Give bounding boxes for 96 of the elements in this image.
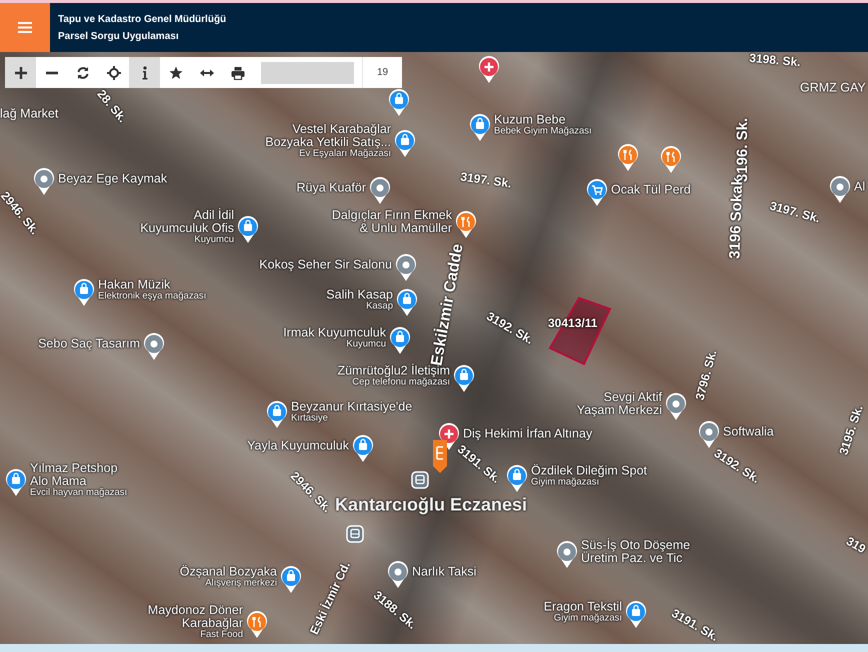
street-name: 319 — [842, 532, 868, 558]
street-name: 28. Sk. — [93, 86, 131, 126]
street-name: Eski İzmir Cd. — [306, 558, 354, 638]
place-category: Evcil hayvan mağazası — [30, 488, 128, 498]
place-category: Alışveriş merkezi — [205, 578, 277, 589]
dot-pin-icon[interactable] — [556, 541, 578, 569]
place-category: Bebek Giyim Mağazası — [494, 126, 592, 137]
street-name: 3198. Sk. — [748, 52, 802, 72]
printer-icon — [230, 66, 244, 80]
shopping-bag-pin-icon[interactable] — [388, 89, 410, 117]
place-name: Sebo Saç Tasarım — [38, 337, 140, 351]
shopping-bag-pin-icon[interactable] — [237, 216, 259, 244]
street-name: 3796. Sk. — [692, 348, 720, 402]
shopping-bag-pin-icon[interactable] — [352, 435, 374, 463]
place-name: Diş Hekimi İrfan Altınay — [463, 427, 592, 441]
fork-knife-pin-icon[interactable] — [660, 146, 682, 174]
place-name: Maydonoz Döner Karabağlar — [148, 604, 243, 630]
fork-knife-pin-icon[interactable] — [246, 611, 268, 639]
shopping-bag-pin-icon[interactable] — [389, 327, 411, 355]
star-icon — [168, 66, 182, 80]
plus-icon — [14, 66, 28, 80]
menu-button[interactable] — [0, 3, 50, 52]
place-name: Al — [854, 180, 866, 194]
place-name: Süs-İş Oto Döşeme Üretim Paz. ve Tic — [581, 538, 690, 566]
bus-stop-icon[interactable] — [411, 471, 429, 489]
place-name: Kokoş Seher Sir Salonu — [259, 258, 392, 272]
bus-stop-icon[interactable] — [346, 525, 364, 543]
dot-pin-icon[interactable] — [395, 254, 417, 282]
zoom-in-button[interactable] — [5, 57, 36, 88]
shopping-bag-pin-icon[interactable] — [73, 279, 95, 307]
app-subtitle: Parsel Sorgu Uygulaması — [58, 30, 180, 44]
place-name: Irmak Kuyumculuk — [283, 326, 386, 340]
place-name: Adil İdil Kuyumculuk Ofis — [140, 208, 234, 236]
place-name: Vestel Karabağlar Bozyaka Yetkili Satış... — [265, 122, 391, 150]
place-category: Kuyumcu — [194, 235, 234, 246]
place-name: Özdilek Dileğim Spot — [531, 464, 648, 478]
shopping-bag-pin-icon[interactable] — [5, 469, 27, 497]
dot-pin-icon[interactable] — [665, 393, 687, 421]
dot-pin-icon[interactable] — [829, 176, 851, 204]
place-category: Giyim mağazası — [531, 478, 600, 488]
street-name: 3197. Sk. — [768, 198, 822, 228]
landmark-name: Kantarcıoğlu Eczanesi — [335, 494, 528, 516]
place-category: Kuyumcu — [346, 340, 386, 350]
parcel-number: 30413/11 — [548, 315, 598, 332]
dot-pin-icon[interactable] — [698, 421, 720, 449]
dot-pin-icon[interactable] — [387, 561, 409, 589]
place-name: Beyaz Ege Kaymak — [58, 172, 168, 186]
place-category: Cep telefonu mağazası — [352, 378, 450, 388]
place-name: Yayla Kuyumculuk — [247, 439, 349, 453]
app-title: Tapu ve Kadastro Genel Müdürlüğü — [58, 12, 226, 26]
place-category: Kırtasiye — [291, 414, 328, 424]
fork-knife-pin-icon[interactable] — [455, 211, 477, 239]
zoom-level: 19 — [362, 57, 402, 88]
place-name: GRMZ GAY — [800, 80, 866, 97]
place-name: Sevgi Aktif Yaşam Merkezi — [576, 390, 662, 418]
pharmacy-marker-icon[interactable] — [432, 438, 448, 474]
cart-pin-icon[interactable] — [586, 179, 608, 207]
place-category: Ev Eşyaları Mağazası — [299, 149, 391, 160]
dot-pin-icon[interactable] — [369, 177, 391, 205]
street-name: 3195. Sk. — [835, 402, 867, 458]
cross-pin-icon[interactable] — [478, 56, 500, 84]
shopping-bag-pin-icon[interactable] — [396, 289, 418, 317]
parcel-outline — [548, 296, 612, 366]
place-category: Giyim mağazası — [554, 614, 622, 624]
place-name: Salih Kasap — [326, 288, 393, 302]
shopping-bag-pin-icon[interactable] — [506, 465, 528, 493]
shopping-bag-pin-icon[interactable] — [266, 401, 288, 429]
place-name: Yılmaz Petshop Alo Mama — [30, 462, 118, 488]
shopping-bag-pin-icon[interactable] — [469, 114, 491, 142]
dot-pin-icon[interactable] — [33, 168, 55, 196]
refresh-icon — [76, 66, 90, 80]
place-category: Elektronik eşya mağazası — [98, 292, 206, 302]
menu-icon — [18, 22, 32, 33]
place-category: Kasap — [366, 302, 393, 312]
place-name: Ocak Tül Perd — [611, 183, 691, 197]
shopping-bag-pin-icon[interactable] — [280, 566, 302, 594]
place-name: lağ Market — [0, 106, 58, 123]
place-name: Narlık Taksi — [412, 565, 476, 579]
street-name: 3197. Sk. — [459, 168, 513, 192]
place-name: Rüya Kuaför — [296, 181, 366, 195]
place-name: Softwalia — [723, 425, 774, 439]
shopping-bag-pin-icon[interactable] — [453, 365, 475, 393]
search-field[interactable] — [261, 62, 354, 84]
fork-knife-pin-icon[interactable] — [617, 144, 639, 172]
place-name: Beyzanur Kırtasiye'de — [291, 400, 412, 414]
place-category: Fast Food — [200, 630, 243, 640]
info-button[interactable] — [129, 57, 160, 88]
place-name: Özşanal Bozyaka — [180, 565, 277, 578]
place-name: Kuzum Bebe — [494, 113, 567, 126]
place-name: Dalgıçlar Fırın Ekmek & Unlu Mamüller — [332, 208, 452, 236]
shopping-bag-pin-icon[interactable] — [394, 130, 416, 158]
place-name: Hakan Müzik — [98, 278, 172, 292]
dot-pin-icon[interactable] — [143, 333, 165, 361]
place-name: Eragon Tekstil — [544, 600, 622, 614]
crosshair-icon — [106, 66, 120, 80]
shopping-bag-pin-icon[interactable] — [625, 601, 647, 629]
